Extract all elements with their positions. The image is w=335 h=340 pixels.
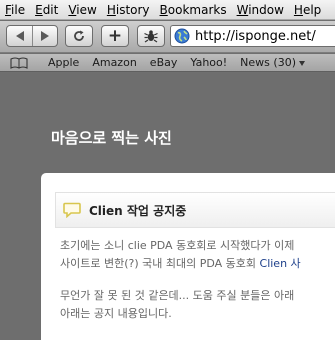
menu-edit[interactable]: Edit	[35, 3, 58, 17]
bug-icon	[144, 30, 158, 43]
back-arrow-icon	[15, 31, 24, 41]
forward-arrow-icon	[41, 31, 49, 41]
bookmark-yahoo[interactable]: Yahoo!	[190, 56, 227, 69]
menu-help[interactable]: Help	[294, 3, 321, 17]
body-line-3: 무언가 잘 못 된 것 같은데... 도움 주실 분들은 아래	[60, 289, 295, 302]
speech-bubble-icon	[63, 202, 81, 218]
menu-view[interactable]: View	[68, 3, 96, 17]
reload-icon	[74, 30, 84, 41]
dropdown-arrow-icon	[299, 60, 305, 66]
back-forward-group	[6, 25, 58, 47]
site-title[interactable]: 마음으로 찍는 사진	[51, 127, 172, 148]
post-body: 초기에는 소니 clie PDA 동호회로 시작했다가 이제 사이트로 변한(?…	[60, 237, 335, 323]
url-text: http://isponge.net/	[195, 28, 316, 44]
add-bookmark-button[interactable]: +	[101, 25, 129, 47]
menu-bar: File Edit View History Bookmarks Window …	[0, 0, 335, 20]
bookmark-ebay[interactable]: eBay	[150, 56, 178, 69]
news-count: (30)	[273, 56, 296, 69]
menu-window[interactable]: Window	[237, 3, 284, 17]
bookmark-amazon[interactable]: Amazon	[92, 56, 136, 69]
navigation-toolbar: + http://isponge.net/	[0, 21, 335, 53]
post-title[interactable]: Clien 작업 공지중	[89, 202, 186, 219]
forward-button[interactable]	[32, 26, 57, 46]
menu-history[interactable]: History	[107, 3, 150, 17]
address-bar[interactable]: http://isponge.net/	[170, 25, 335, 47]
bug-report-button[interactable]	[137, 25, 165, 47]
back-button[interactable]	[7, 26, 32, 46]
body-line-1: 초기에는 소니 clie PDA 동호회로 시작했다가 이제	[60, 239, 295, 252]
bookmark-folder-news[interactable]: News (30)	[240, 56, 305, 69]
news-label: News	[240, 56, 270, 69]
reload-button[interactable]	[65, 25, 93, 47]
globe-icon	[174, 28, 190, 44]
post-header: Clien 작업 공지중	[55, 192, 335, 228]
clien-link[interactable]: Clien 사	[260, 257, 301, 270]
body-line-4: 아래는 공지 내용입니다.	[60, 307, 172, 320]
content-card: Clien 작업 공지중 초기에는 소니 clie PDA 동호회로 시작했다가…	[41, 173, 335, 340]
open-book-icon[interactable]	[10, 56, 28, 69]
body-line-2: 사이트로 변한(?) 국내 최대의 PDA 동호회 Clien 사	[60, 257, 301, 270]
bookmark-apple[interactable]: Apple	[48, 56, 79, 69]
bookmarks-bar: Apple Amazon eBay Yahoo! News (30)	[0, 54, 335, 72]
menu-bookmarks[interactable]: Bookmarks	[160, 3, 227, 17]
menu-file[interactable]: File	[5, 3, 25, 17]
web-page: 마음으로 찍는 사진 Clien 작업 공지중 초기에는 소니 clie PDA…	[0, 73, 335, 340]
